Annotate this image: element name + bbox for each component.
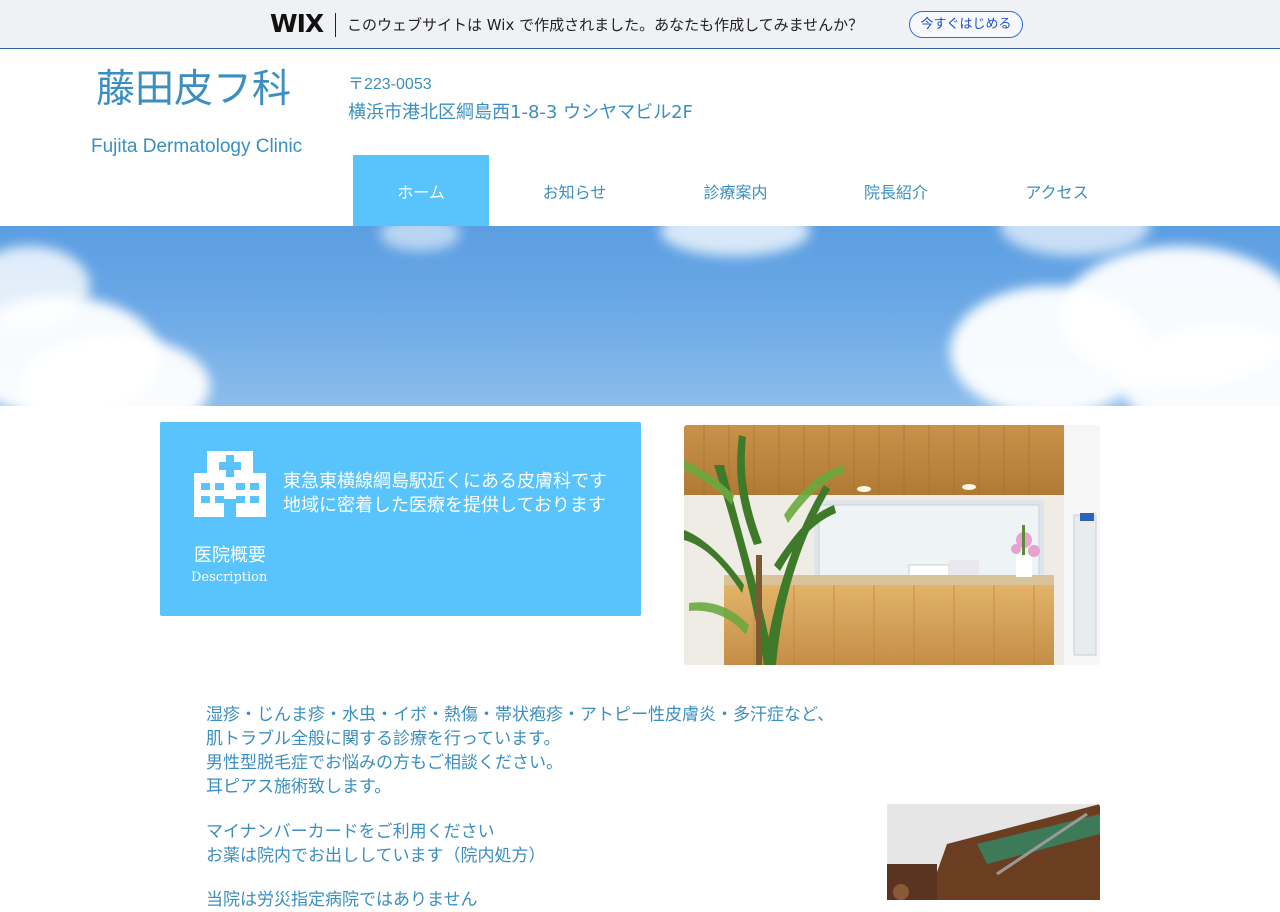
wix-logo[interactable]: WIX — [270, 11, 324, 37]
reception-photo — [684, 425, 1100, 665]
body-text-line: お薬は院内でお出ししています（院内処方） — [206, 846, 546, 866]
body-text-line: 肌トラブル全般に関する診療を行っています。 — [206, 729, 561, 749]
banner-divider — [335, 13, 336, 37]
body-text-line: 耳ピアス施術致します。 — [206, 777, 392, 797]
nav-item-director[interactable]: 院長紹介 — [811, 155, 981, 226]
clinic-info-box: 東急東横線綱島駅近くにある皮膚科です 地域に密着した医療を提供しております 医院… — [160, 422, 641, 616]
body-text-line: 当院は労災指定病院ではありません — [206, 890, 478, 910]
info-line-1: 東急東横線綱島駅近くにある皮膚科です — [283, 471, 607, 492]
wix-banner-message: このウェブサイトは Wix で作成されました。あなたも作成してみませんか？ — [347, 16, 864, 34]
wix-banner: WIX このウェブサイトは Wix で作成されました。あなたも作成してみませんか… — [0, 0, 1280, 49]
entrance-photo — [887, 804, 1100, 900]
address: 横浜市港北区綱島西1-8-3 ウシヤマビル2F — [348, 102, 693, 123]
wix-start-button[interactable]: 今すぐはじめる — [909, 11, 1023, 38]
info-line-2: 地域に密着した医療を提供しております — [283, 495, 606, 516]
site-subtitle: Fujita Dermatology Clinic — [91, 136, 303, 157]
hero-sky-image — [0, 226, 1280, 406]
nav-item-access[interactable]: アクセス — [981, 155, 1133, 226]
site-title[interactable]: 藤田皮フ科 — [96, 66, 291, 114]
nav-item-services[interactable]: 診療案内 — [660, 155, 811, 226]
main-nav: ホーム お知らせ 診療案内 院長紹介 アクセス — [353, 155, 1133, 226]
body-text-line: 男性型脱毛症でお悩みの方もご相談ください。 — [206, 753, 563, 773]
description-label-jp: 医院概要 — [194, 545, 266, 566]
description-label-en: Description — [191, 570, 268, 585]
body-text-line: 湿疹・じんま疹・水虫・イボ・熱傷・帯状疱疹・アトピー性皮膚炎・多汗症など、 — [206, 705, 835, 725]
nav-item-news[interactable]: お知らせ — [489, 155, 660, 226]
body-text-line: マイナンバーカードをご利用ください — [206, 822, 495, 842]
hospital-icon — [194, 451, 266, 517]
postal-code: 〒223-0053 — [348, 76, 432, 93]
nav-item-home[interactable]: ホーム — [353, 155, 489, 226]
